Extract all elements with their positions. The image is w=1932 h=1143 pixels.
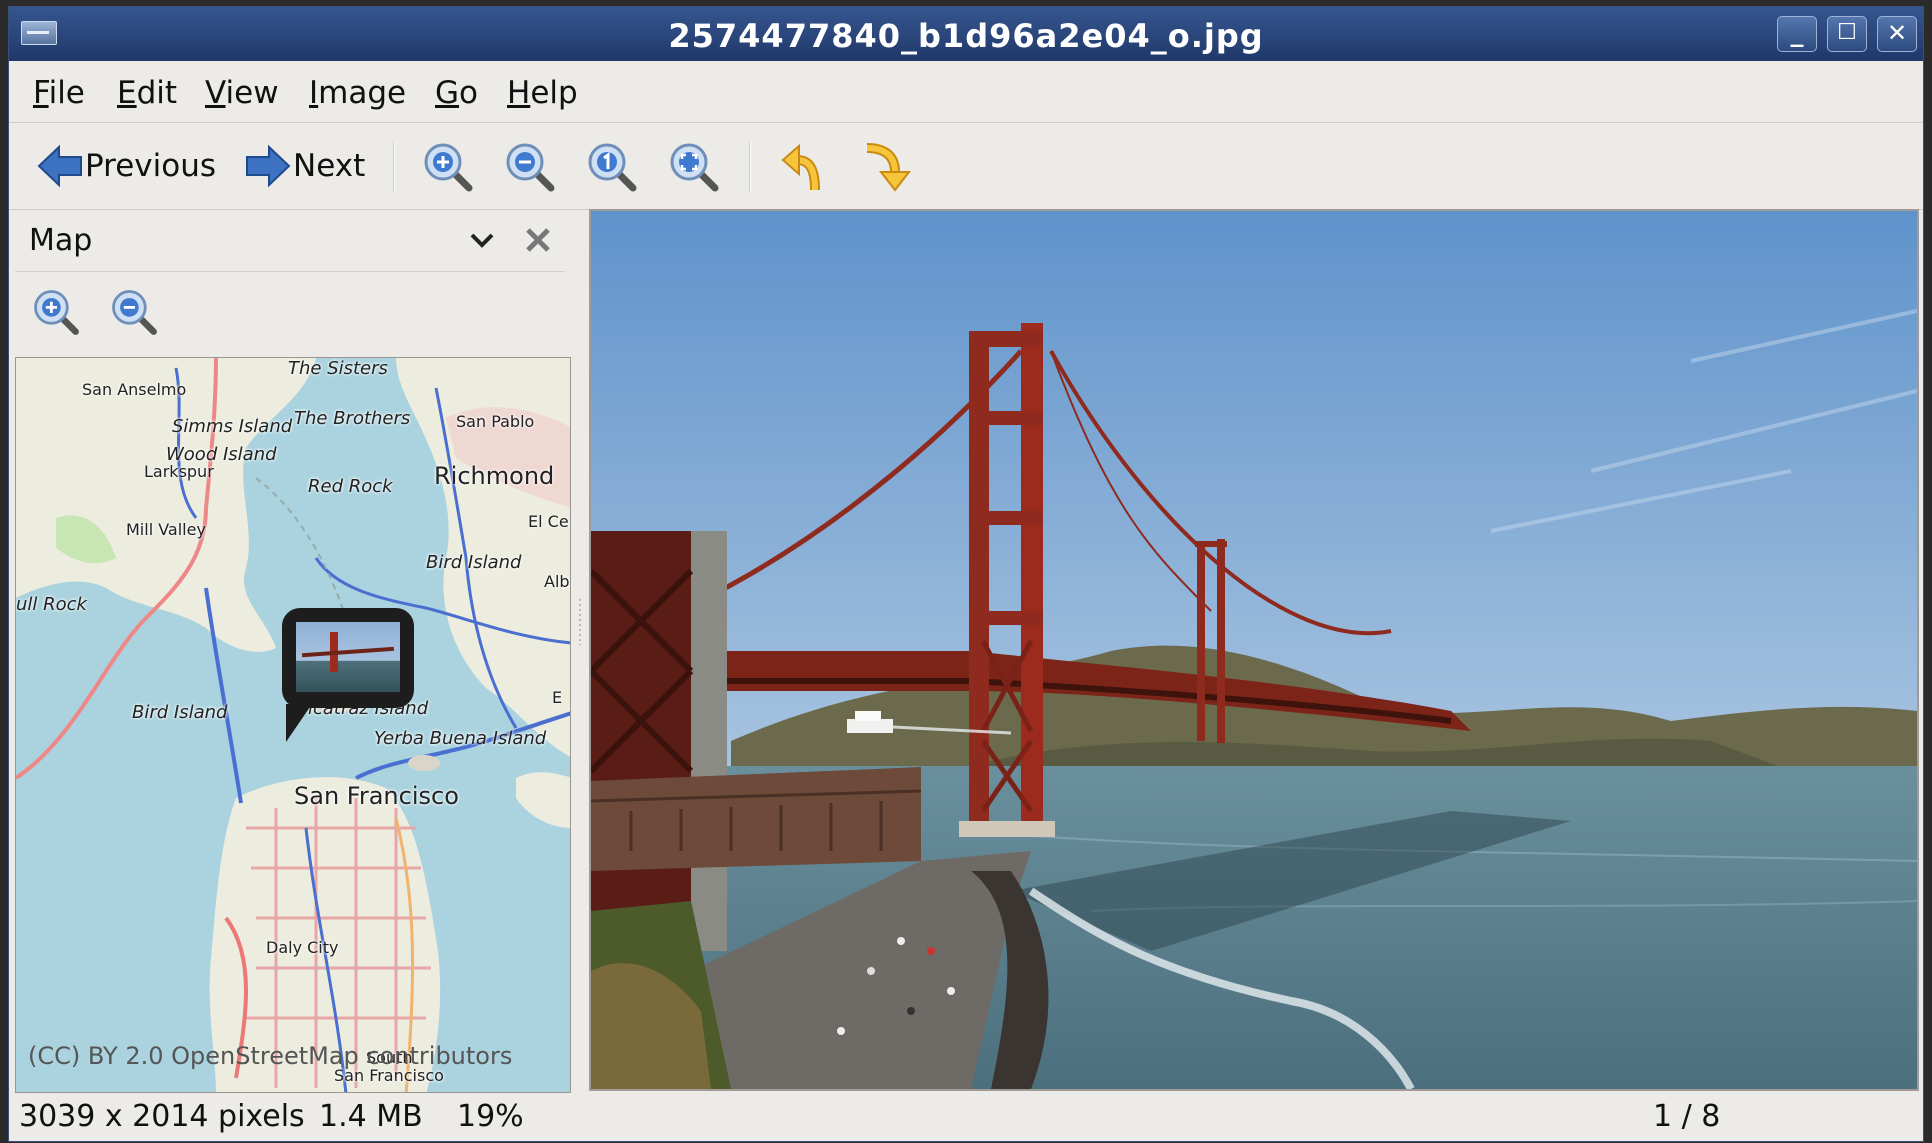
- image-position: 1 / 8: [1653, 1099, 1721, 1134]
- menu-file[interactable]: File: [33, 75, 85, 111]
- menu-edit-mnemonic: E: [117, 75, 137, 111]
- maximize-button[interactable]: ☐: [1827, 16, 1867, 52]
- toolbar-separator: [393, 142, 395, 192]
- map-label: Mill Valley: [126, 520, 206, 539]
- rotate-right-icon[interactable]: [855, 138, 915, 198]
- arrow-right-icon: [246, 144, 291, 188]
- close-icon[interactable]: [521, 223, 555, 257]
- golden-gate-photo: [591, 211, 1917, 1089]
- arrow-left-icon: [37, 144, 82, 188]
- menu-go-mnemonic: G: [435, 75, 460, 111]
- photo-thumbnail: [296, 622, 400, 692]
- menu-file-mnemonic: F: [33, 75, 49, 111]
- map-label: Larkspur: [144, 462, 214, 481]
- menu-view[interactable]: View: [205, 75, 279, 111]
- map-label: ull Rock: [16, 594, 87, 615]
- menu-edit[interactable]: Edit: [117, 75, 177, 111]
- toolbar-separator: [749, 142, 751, 192]
- window-title: 2574477840_b1d96a2e04_o.jpg: [668, 17, 1264, 55]
- map-label: Yerba Buena Island: [374, 728, 547, 749]
- map-label: Daly City: [266, 938, 339, 957]
- photo-location-marker[interactable]: [282, 608, 414, 742]
- toolbar: Previous Next: [9, 124, 1923, 210]
- menu-go[interactable]: Go: [435, 75, 478, 111]
- map-label: San Pablo: [456, 412, 535, 431]
- menu-help-mnemonic: H: [507, 75, 531, 111]
- previous-label: Previous: [85, 148, 217, 184]
- map-view[interactable]: The Sisters San Anselmo Simms Island The…: [15, 357, 571, 1093]
- map-label: El Ce: [528, 512, 569, 531]
- map-label: E: [552, 688, 563, 707]
- menu-image[interactable]: Image: [309, 75, 406, 111]
- sidebar-separator: [15, 271, 565, 272]
- map-attribution: (CC) BY 2.0 OpenStreetMap contributors: [28, 1042, 513, 1070]
- zoom-out-icon[interactable]: [501, 138, 561, 198]
- rotate-left-icon[interactable]: [775, 138, 835, 198]
- menu-bar: File Edit View Image Go Help: [9, 61, 1923, 123]
- map-zoom-in-icon[interactable]: [29, 285, 85, 341]
- previous-button[interactable]: Previous: [37, 138, 216, 194]
- menu-image-mnemonic: I: [309, 75, 319, 111]
- close-button[interactable]: ✕: [1877, 16, 1917, 52]
- menu-view-label: iew: [225, 75, 279, 111]
- map-label: The Sisters: [288, 358, 388, 379]
- next-label: Next: [293, 148, 366, 184]
- map-label: Bird Island: [132, 702, 228, 723]
- menu-view-mnemonic: V: [205, 75, 226, 111]
- map-label: Simms Island: [172, 416, 293, 437]
- menu-go-label: o: [459, 75, 478, 111]
- chevron-down-icon[interactable]: [465, 225, 499, 255]
- image-dimensions: 3039 x 2014 pixels: [19, 1099, 305, 1134]
- zoom-level: 19%: [457, 1099, 524, 1134]
- zoom-normal-icon[interactable]: [583, 138, 643, 198]
- menu-image-label: mage: [318, 75, 407, 111]
- title-bar[interactable]: 2574477840_b1d96a2e04_o.jpg _ ☐ ✕: [9, 7, 1923, 61]
- menu-help[interactable]: Help: [507, 75, 578, 111]
- menu-file-label: ile: [48, 75, 85, 111]
- status-bar: 3039 x 2014 pixels 1.4 MB 19% 1 / 8: [9, 1093, 1923, 1143]
- map-label: Red Rock: [308, 476, 393, 497]
- pane-splitter-handle[interactable]: [577, 597, 583, 647]
- menu-edit-label: dit: [136, 75, 178, 111]
- map-label: Bird Island: [426, 552, 522, 573]
- map-label: San Anselmo: [82, 380, 187, 399]
- map-label: Richmond: [434, 462, 555, 490]
- sidebar-title: Map: [29, 223, 93, 258]
- minimize-button[interactable]: _: [1777, 16, 1817, 52]
- map-zoom-out-icon[interactable]: [107, 285, 163, 341]
- map-sidebar: Map The Sisters San Anselmo Simms Island…: [9, 211, 571, 1093]
- menu-help-label: elp: [530, 75, 578, 111]
- image-display[interactable]: [589, 209, 1919, 1091]
- map-label: The Brothers: [294, 408, 411, 429]
- zoom-fit-icon[interactable]: [665, 138, 725, 198]
- map-label: Alb: [544, 572, 570, 591]
- zoom-in-icon[interactable]: [419, 138, 479, 198]
- next-button[interactable]: Next: [245, 138, 365, 194]
- file-size: 1.4 MB: [319, 1099, 423, 1134]
- image-viewer-window: 2574477840_b1d96a2e04_o.jpg _ ☐ ✕ File E…: [8, 6, 1924, 1142]
- map-label: San Francisco: [294, 782, 459, 810]
